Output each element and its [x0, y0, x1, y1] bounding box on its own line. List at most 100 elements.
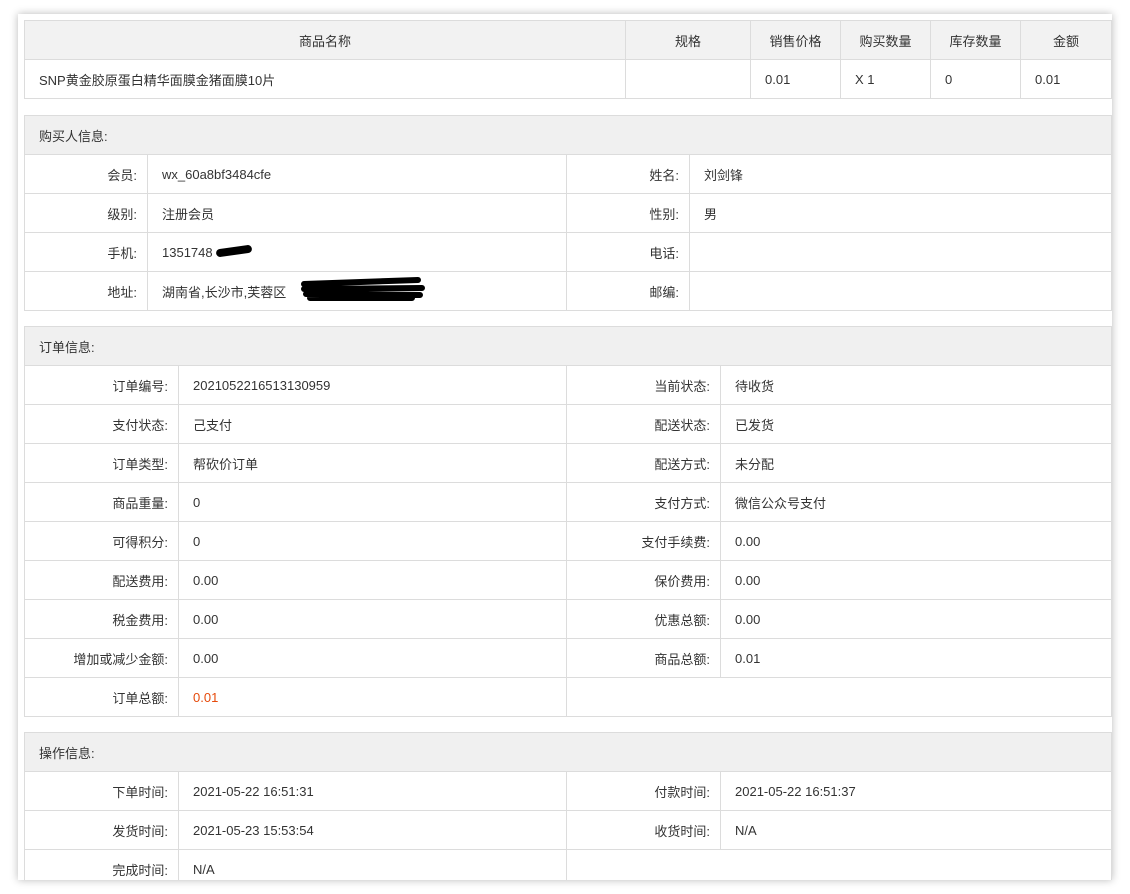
order-field-label: 税金费用: [24, 599, 179, 639]
product-quantity: X 1 [840, 59, 931, 99]
table-row: 下单时间: 2021-05-22 16:51:31 付款时间: 2021-05-… [24, 771, 1112, 811]
table-row: 地址: 湖南省,长沙市,芙蓉区 邮编: [24, 271, 1112, 311]
name-value: 刘剑锋 [689, 154, 1112, 194]
order-time-label: 下单时间: [24, 771, 179, 811]
gender-value: 男 [689, 193, 1112, 233]
order-field-value: 0.00 [178, 638, 567, 678]
mobile-value: 1351748 [162, 244, 213, 260]
order-total-label: 订单总额: [24, 677, 179, 717]
order-total-value: 0.01 [178, 677, 567, 717]
order-detail-panel: 商品名称 规格 销售价格 购买数量 库存数量 金额 SNP黄金胶原蛋白精华面膜金… [18, 14, 1112, 880]
order-field-label: 支付状态: [24, 404, 179, 444]
order-field-label: 商品总额: [566, 638, 721, 678]
buyer-info-title: 购买人信息: [24, 115, 1112, 155]
order-field-value: 0.00 [720, 521, 1112, 561]
table-row: 手机: 1351748 电话: [24, 232, 1112, 272]
buyer-info-section: 购买人信息: 会员: wx_60a8bf3484cfe 姓名: 刘剑锋 级别: … [24, 115, 1112, 311]
order-field-label: 配送状态: [566, 404, 721, 444]
ship-time-value: 2021-05-23 15:53:54 [178, 810, 567, 850]
order-field-label: 订单编号: [24, 365, 179, 405]
order-field-value: 已发货 [720, 404, 1112, 444]
product-name: SNP黄金胶原蛋白精华面膜金猪面膜10片 [24, 59, 626, 99]
table-row: 订单编号: 2021052216513130959 当前状态: 待收货 [24, 365, 1112, 405]
redaction-mark [301, 277, 425, 301]
zip-value [689, 271, 1112, 311]
gender-label: 性别: [566, 193, 690, 233]
table-row: 会员: wx_60a8bf3484cfe 姓名: 刘剑锋 [24, 154, 1112, 194]
ship-time-label: 发货时间: [24, 810, 179, 850]
order-field-label: 当前状态: [566, 365, 721, 405]
table-row: 发货时间: 2021-05-23 15:53:54 收货时间: N/A [24, 810, 1112, 850]
order-field-value: 0 [178, 482, 567, 522]
address-label: 地址: [24, 271, 148, 311]
product-table-header: 商品名称 规格 销售价格 购买数量 库存数量 金额 [24, 20, 1112, 60]
receive-time-value: N/A [720, 810, 1112, 850]
level-label: 级别: [24, 193, 148, 233]
redaction-mark [215, 244, 253, 258]
table-row: 增加或减少金额: 0.00 商品总额: 0.01 [24, 638, 1112, 678]
order-field-value: 0.00 [720, 599, 1112, 639]
table-row: SNP黄金胶原蛋白精华面膜金猪面膜10片 0.01 X 1 0 0.01 [24, 59, 1112, 99]
order-field-value: 帮砍价订单 [178, 443, 567, 483]
pay-time-label: 付款时间: [566, 771, 721, 811]
col-price: 销售价格 [750, 20, 841, 60]
order-field-label: 支付手续费: [566, 521, 721, 561]
member-value: wx_60a8bf3484cfe [147, 154, 567, 194]
table-row: 可得积分: 0 支付手续费: 0.00 [24, 521, 1112, 561]
mobile-cell: 1351748 [147, 232, 567, 272]
product-spec [625, 59, 751, 99]
order-field-label: 增加或减少金额: [24, 638, 179, 678]
pay-time-value: 2021-05-22 16:51:37 [720, 771, 1112, 811]
order-field-value: 0.01 [720, 638, 1112, 678]
receive-time-label: 收货时间: [566, 810, 721, 850]
product-amount: 0.01 [1020, 59, 1112, 99]
order-field-value: 2021052216513130959 [178, 365, 567, 405]
order-field-label: 支付方式: [566, 482, 721, 522]
order-field-label: 订单类型: [24, 443, 179, 483]
order-field-label: 优惠总额: [566, 599, 721, 639]
order-info-title: 订单信息: [24, 326, 1112, 366]
table-row: 商品重量: 0 支付方式: 微信公众号支付 [24, 482, 1112, 522]
order-field-label: 配送费用: [24, 560, 179, 600]
product-stock: 0 [930, 59, 1021, 99]
order-field-value: 0 [178, 521, 567, 561]
address-cell: 湖南省,长沙市,芙蓉区 [147, 271, 567, 311]
product-price: 0.01 [750, 59, 841, 99]
operation-info-title: 操作信息: [24, 732, 1112, 772]
order-field-value: 0.00 [720, 560, 1112, 600]
phone-value [689, 232, 1112, 272]
product-table: 商品名称 规格 销售价格 购买数量 库存数量 金额 SNP黄金胶原蛋白精华面膜金… [24, 20, 1112, 99]
empty-cell [566, 849, 1112, 880]
order-field-label: 配送方式: [566, 443, 721, 483]
table-row: 订单类型: 帮砍价订单 配送方式: 未分配 [24, 443, 1112, 483]
order-field-value: 己支付 [178, 404, 567, 444]
col-quantity: 购买数量 [840, 20, 931, 60]
order-field-label: 商品重量: [24, 482, 179, 522]
mobile-label: 手机: [24, 232, 148, 272]
col-spec: 规格 [625, 20, 751, 60]
table-row: 级别: 注册会员 性别: 男 [24, 193, 1112, 233]
table-row: 税金费用: 0.00 优惠总额: 0.00 [24, 599, 1112, 639]
col-amount: 金额 [1020, 20, 1112, 60]
complete-time-label: 完成时间: [24, 849, 179, 880]
level-value: 注册会员 [147, 193, 567, 233]
table-row: 配送费用: 0.00 保价费用: 0.00 [24, 560, 1112, 600]
phone-label: 电话: [566, 232, 690, 272]
order-field-value: 待收货 [720, 365, 1112, 405]
order-time-value: 2021-05-22 16:51:31 [178, 771, 567, 811]
order-field-value: 未分配 [720, 443, 1112, 483]
table-row: 完成时间: N/A [24, 849, 1112, 880]
name-label: 姓名: [566, 154, 690, 194]
col-product-name: 商品名称 [24, 20, 626, 60]
order-field-label: 保价费用: [566, 560, 721, 600]
zip-label: 邮编: [566, 271, 690, 311]
order-field-value: 0.00 [178, 599, 567, 639]
order-field-value: 微信公众号支付 [720, 482, 1112, 522]
empty-cell [566, 677, 1112, 717]
member-label: 会员: [24, 154, 148, 194]
operation-info-section: 操作信息: 下单时间: 2021-05-22 16:51:31 付款时间: 20… [24, 732, 1112, 880]
table-row: 订单总额: 0.01 [24, 677, 1112, 717]
order-info-section: 订单信息: 订单编号: 2021052216513130959 当前状态: 待收货 支付… [24, 326, 1112, 717]
order-field-label: 可得积分: [24, 521, 179, 561]
col-stock: 库存数量 [930, 20, 1021, 60]
